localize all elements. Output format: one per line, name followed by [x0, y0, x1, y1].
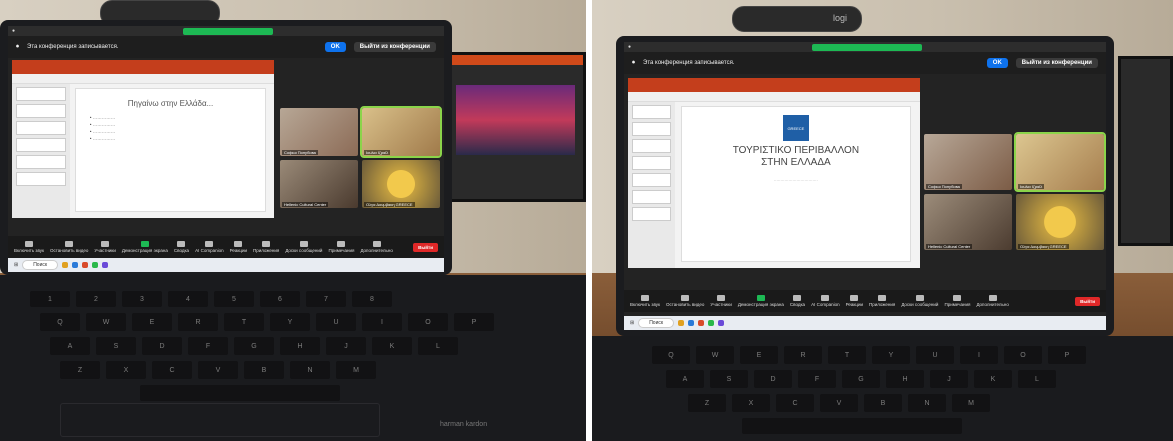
slide-title-line1: ΤΟΥΡΙΣΤΙΚΟ ΠΕΡΙΒΑΛΛΟΝ — [732, 145, 860, 156]
recording-bar: ⏺ Эта конференция записывается. OK Выйти… — [624, 52, 1106, 74]
participant-tile-active[interactable]: Ιουλια Ιζραϊλ — [360, 106, 442, 158]
share-screen-button[interactable]: Демонстрация экрана — [122, 241, 168, 253]
slide-thumbnails — [12, 84, 70, 218]
app-icon[interactable] — [698, 320, 705, 326]
windows-start-icon[interactable]: ⊞ — [14, 262, 18, 268]
whiteboards-button[interactable]: Доски сообщений — [285, 241, 322, 253]
mute-button[interactable]: Включить звук — [630, 295, 660, 307]
ppt-ribbon — [628, 78, 920, 92]
reactions-button[interactable]: Реакции — [230, 241, 247, 253]
app-icon[interactable] — [718, 320, 725, 326]
ok-button[interactable]: OK — [986, 58, 1008, 68]
right-photo: logi ● ⏺ Эта конференция записывается. O… — [592, 0, 1173, 441]
shared-slide: Πηγαίνω στην Ελλάδα... • …………… • …………… • …… — [12, 60, 274, 218]
mute-button[interactable]: Включить звук — [14, 241, 44, 253]
sharing-banner — [182, 27, 273, 35]
participant-tile[interactable]: Ολγα Δουμβακη GREECE — [1016, 194, 1104, 250]
zoom-icon: ● — [12, 28, 16, 34]
participant-tile[interactable]: Hellenic Cultural Center — [280, 160, 358, 208]
app-icon[interactable] — [102, 262, 109, 268]
window-titlebar: ● — [624, 42, 1106, 52]
recording-bar: ⏺ Эта конференция записывается. OK Выйти… — [8, 36, 444, 58]
leave-conference-button[interactable]: Выйти из конференции — [353, 42, 436, 52]
webcam-brand: logi — [832, 13, 847, 23]
whiteboards-button[interactable]: Доски сообщений — [901, 295, 938, 307]
participants-button[interactable]: Участники — [94, 241, 116, 253]
ai-companion-button[interactable]: AI Companion — [195, 241, 224, 253]
left-photo: ● ⏺ Эта конференция записывается. OK Вый… — [0, 0, 586, 441]
slide-canvas: GREECE ΤΟΥΡΙΣΤΙΚΟ ΠΕΡΙΒΑΛΛΟΝ ΣΤΗΝ ΕΛΛΑΔΑ… — [680, 106, 912, 262]
touchpad[interactable] — [60, 403, 380, 437]
slide-title: Πηγαίνω στην Ελλάδα... — [127, 99, 214, 108]
background-monitor — [445, 52, 586, 202]
windows-start-icon[interactable]: ⊞ — [630, 320, 634, 326]
keyboard: Q W E R T Y U I O P A S D F G H J K L Z … — [592, 336, 1173, 441]
taskbar-search[interactable]: Поиск — [22, 260, 59, 270]
summary-button[interactable]: Сводка — [174, 241, 189, 253]
laptop-lid: ● ⏺ Эта конференция записывается. OK Вый… — [616, 36, 1114, 336]
app-icon[interactable] — [708, 320, 715, 326]
slide-bullets: • …………… • …………… • …………… • …………… — [89, 115, 116, 141]
greece-logo: GREECE — [782, 115, 809, 141]
app-icon[interactable] — [72, 262, 79, 268]
app-icon[interactable] — [82, 262, 89, 268]
ppt-ribbon — [12, 60, 274, 74]
app-icon[interactable] — [62, 262, 69, 268]
summary-button[interactable]: Сводка — [790, 295, 805, 307]
end-button[interactable]: Выйти — [413, 242, 438, 252]
ok-button[interactable]: OK — [324, 42, 346, 52]
app-icon[interactable] — [688, 320, 695, 326]
participant-tile[interactable]: Софья Попубова — [924, 134, 1012, 190]
taskbar-search[interactable]: Поиск — [638, 318, 675, 328]
window-titlebar: ● — [8, 26, 444, 36]
participant-tile[interactable]: Софья Попубова — [280, 108, 358, 156]
ai-companion-button[interactable]: AI Companion — [811, 295, 840, 307]
recording-notice: Эта конференция записывается. — [643, 60, 735, 66]
meeting-toolbar: Включить звук Остановить видео Участники… — [624, 290, 1106, 312]
windows-taskbar: ⊞ Поиск — [624, 316, 1106, 330]
participants-button[interactable]: Участники — [710, 295, 732, 307]
reactions-button[interactable]: Реакции — [846, 295, 863, 307]
apps-button[interactable]: Приложения — [253, 241, 279, 253]
sharing-banner — [811, 43, 922, 51]
app-icon[interactable] — [92, 262, 99, 268]
participant-tile[interactable]: Hellenic Cultural Center — [924, 194, 1012, 250]
zoom-window: ● ⏺ Эта конференция записывается. OK Вый… — [624, 42, 1106, 330]
background-monitor — [1118, 56, 1173, 246]
recording-notice: Эта конференция записывается. — [27, 44, 119, 50]
more-button[interactable]: Дополнительно — [360, 241, 393, 253]
leave-conference-button[interactable]: Выйти из конференции — [1015, 58, 1098, 68]
video-button[interactable]: Остановить видео — [50, 241, 88, 253]
brand-label: harman kardon — [440, 421, 488, 428]
slide-subtitle: …………………………… — [773, 177, 818, 182]
webcam: logi — [732, 6, 862, 32]
notes-button[interactable]: Примечания — [328, 241, 354, 253]
participant-tile-active[interactable]: Ιουλια Ιζραϊλ — [1014, 132, 1106, 192]
shared-slide: GREECE ΤΟΥΡΙΣΤΙΚΟ ΠΕΡΙΒΑΛΛΟΝ ΣΤΗΝ ΕΛΛΑΔΑ… — [628, 78, 920, 268]
app-icon[interactable] — [678, 320, 685, 326]
laptop-lid: ● ⏺ Эта конференция записывается. OK Вый… — [0, 20, 452, 275]
slide-canvas: Πηγαίνω στην Ελλάδα... • …………… • …………… • …… — [74, 88, 267, 212]
recording-icon: ⏺ — [632, 59, 636, 66]
end-button[interactable]: Выйти — [1075, 296, 1100, 306]
zoom-window: ● ⏺ Эта конференция записывается. OK Вый… — [8, 26, 444, 272]
notes-button[interactable]: Примечания — [944, 295, 970, 307]
more-button[interactable]: Дополнительно — [976, 295, 1009, 307]
video-button[interactable]: Остановить видео — [666, 295, 704, 307]
apps-button[interactable]: Приложения — [869, 295, 895, 307]
meeting-toolbar: Включить звук Остановить видео Участники… — [8, 236, 444, 258]
windows-taskbar: ⊞ Поиск — [8, 258, 444, 272]
slide-title-line2: ΣΤΗΝ ΕΛΛΑΔΑ — [761, 157, 831, 168]
share-screen-button[interactable]: Демонстрация экрана — [738, 295, 784, 307]
keyboard: 1 2 3 4 5 6 7 8 Q W E R T Y U I O P A S … — [0, 275, 586, 441]
participant-tile[interactable]: Ολγα Δουμβακη GREECE — [362, 160, 440, 208]
recording-icon: ⏺ — [16, 43, 20, 50]
slide-thumbnails — [628, 102, 675, 268]
zoom-icon: ● — [628, 44, 632, 50]
